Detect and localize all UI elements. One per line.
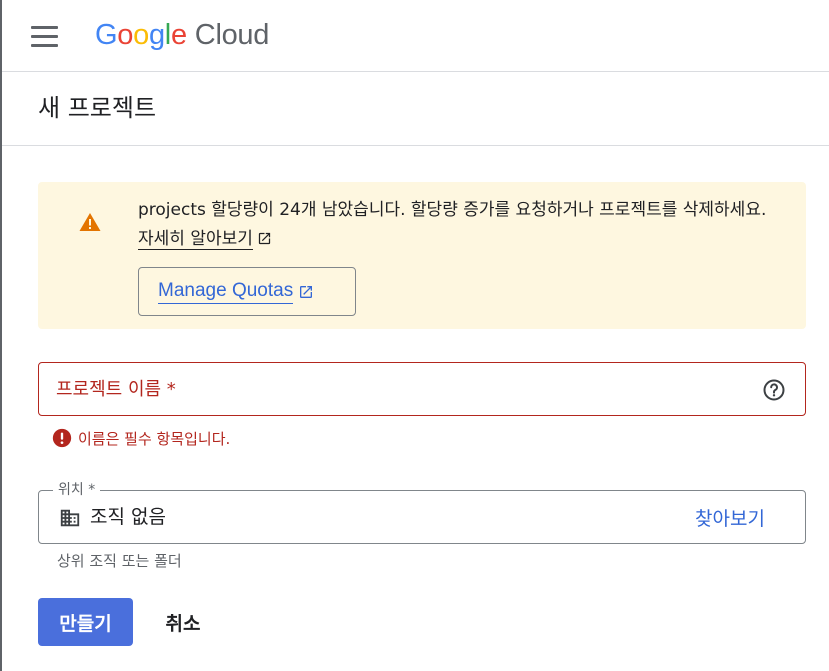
title-bar: 새 프로젝트 [2, 73, 829, 146]
hamburger-menu-icon[interactable] [24, 17, 64, 55]
cancel-button[interactable]: 취소 [150, 598, 216, 646]
organization-icon [60, 509, 80, 527]
help-circle-icon[interactable] [762, 378, 786, 402]
project-name-input[interactable] [39, 363, 739, 415]
warning-icon [79, 213, 101, 231]
location-label: 위치 * [53, 481, 101, 499]
quota-alert: projects 할당량이 24개 남았습니다. 할당량 증가를 요청하거나 프… [38, 182, 806, 329]
project-name-error: 이름은 필수 항목입니다. [52, 426, 230, 450]
project-name-field [38, 362, 806, 416]
location-hint: 상위 조직 또는 폴더 [57, 552, 182, 570]
google-cloud-logo[interactable]: Google Cloud [95, 15, 269, 55]
quota-alert-text: projects 할당량이 24개 남았습니다. 할당량 증가를 요청하거나 프… [138, 196, 778, 254]
location-field: 위치 * 조직 없음 찾아보기 [38, 481, 806, 544]
create-button[interactable]: 만들기 [38, 598, 133, 646]
top-bar: Google Cloud [2, 0, 829, 72]
learn-more-link[interactable]: 자세히 알아보기 [138, 229, 253, 250]
manage-quotas-label: Manage Quotas [158, 279, 294, 304]
project-name-error-text: 이름은 필수 항목입니다. [78, 429, 231, 448]
page-title: 새 프로젝트 [38, 94, 157, 122]
error-icon [52, 428, 72, 448]
browse-button[interactable]: 찾아보기 [689, 501, 771, 533]
external-link-icon [258, 232, 271, 245]
location-value: 조직 없음 [90, 506, 166, 528]
manage-quotas-button[interactable]: Manage Quotas [138, 267, 356, 316]
quota-alert-message: projects 할당량이 24개 남았습니다. 할당량 증가를 요청하거나 프… [138, 200, 767, 220]
external-link-icon [300, 285, 313, 298]
